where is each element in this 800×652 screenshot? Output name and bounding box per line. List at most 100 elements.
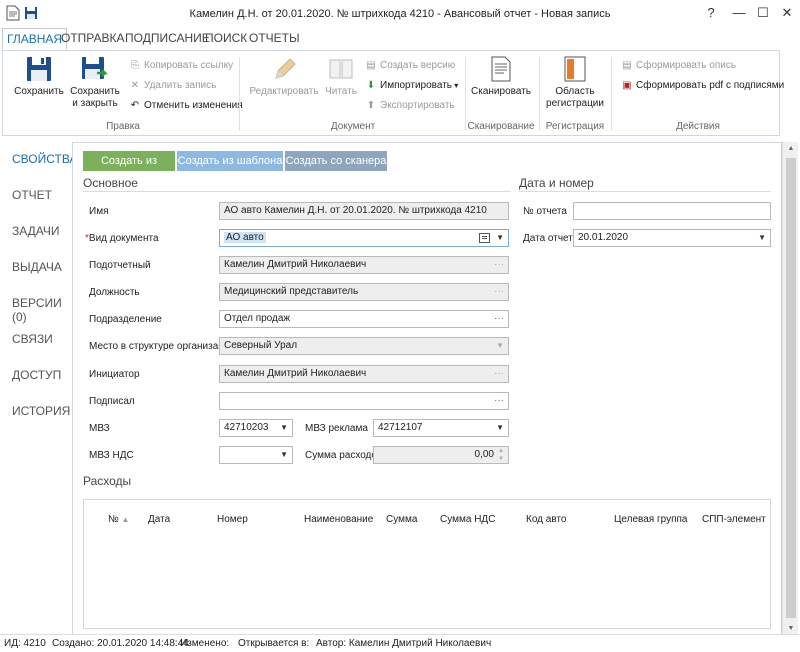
edit-button[interactable]: Редактировать [249, 55, 319, 98]
nav-properties[interactable]: СВОЙСТВА [12, 152, 77, 166]
import-button[interactable]: ⬇ Импортировать ▾ [365, 77, 458, 95]
delete-record-button[interactable]: ✕ Удалить запись [129, 77, 217, 95]
chevron-down-icon[interactable]: ▼ [496, 420, 504, 436]
tab-reports[interactable]: ОТЧЕТЫ [249, 28, 300, 50]
chevron-down-icon[interactable]: ▼ [496, 230, 504, 246]
nav-history[interactable]: ИСТОРИЯ [12, 404, 70, 418]
create-version-button[interactable]: ▤ Создать версию [365, 57, 455, 75]
column-wbs-element[interactable]: СПП-элемент [702, 514, 766, 525]
divider [83, 191, 511, 192]
make-pdf-button[interactable]: ▣ Сформировать pdf с подписями [621, 77, 784, 95]
copy-link-button[interactable]: ⎘ Копировать ссылку [129, 57, 233, 75]
undo-changes-button[interactable]: ↶ Отменить изменения [129, 97, 243, 115]
create-from-template-button[interactable]: Создать из шаблона [177, 151, 283, 171]
nav-links[interactable]: СВЯЗИ [12, 332, 53, 346]
expenses-table[interactable]: № ▲ Дата Номер Наименование Сумма Сумма … [83, 499, 771, 629]
help-button[interactable]: ? [700, 4, 722, 22]
chevron-down-icon[interactable]: ▼ [758, 230, 766, 246]
ellipsis-icon[interactable]: ··· [494, 284, 504, 300]
status-created: Создано: 20.01.2020 14:48:44 [52, 638, 189, 649]
position-field[interactable]: Медицинский представитель ··· [219, 283, 509, 301]
report-date-value: 20.01.2020 [578, 232, 629, 243]
nav-issue[interactable]: ВЫДАЧА [12, 260, 62, 274]
column-number[interactable]: № ▲ [108, 514, 129, 525]
report-date-label: Дата отчета [523, 233, 579, 244]
name-field[interactable]: АО авто Камелин Д.Н. от 20.01.2020. № шт… [219, 202, 509, 220]
undo-icon: ↶ [130, 100, 140, 111]
report-no-input[interactable] [573, 202, 771, 220]
doctype-label-text: Вид документа [88, 233, 159, 244]
position-label: Должность [89, 287, 140, 298]
initiator-field[interactable]: Камелин Дмитрий Николаевич ··· [219, 365, 509, 383]
delete-record-label: Удалить запись [144, 80, 217, 91]
main-section-title: Основное [83, 176, 138, 190]
chevron-down-icon[interactable]: ▼ [280, 420, 288, 436]
tab-signing[interactable]: ПОДПИСАНИЕ [125, 28, 210, 50]
reg-area-label-2: регистрации [546, 98, 604, 109]
properties-panel: Создать из файла Создать из шаблона Созд… [72, 142, 782, 636]
export-button[interactable]: ⬆ Экспортировать [365, 97, 455, 115]
column-car-code[interactable]: Код авто [526, 514, 566, 525]
column-doc-number[interactable]: Номер [217, 514, 248, 525]
spin-icon[interactable]: ▲ ▼ [498, 447, 504, 463]
nav-versions[interactable]: ВЕРСИИ (0) [12, 296, 72, 324]
read-button[interactable]: Читать [321, 55, 361, 98]
column-sum[interactable]: Сумма [386, 514, 417, 525]
save-close-label-2: и закрыть [72, 98, 118, 109]
title-bar: Камелин Д.Н. от 20.01.2020. № штрихкода … [0, 0, 800, 28]
scan-button[interactable]: Сканировать [469, 55, 533, 98]
tab-home[interactable]: ГЛАВНАЯ [2, 28, 68, 50]
ribbon-tabs: ГЛАВНАЯ ОТПРАВКА ПОДПИСАНИЕ ПОИСК ОТЧЕТЫ [0, 28, 800, 50]
import-label: Импортировать [380, 80, 453, 91]
column-name[interactable]: Наименование [304, 514, 373, 525]
vertical-scrollbar[interactable]: ▲ ▼ [782, 142, 798, 636]
chevron-down-icon[interactable]: ▼ [496, 338, 504, 354]
status-bar: ИД: 4210 Создано: 20.01.2020 14:48:44 Из… [0, 634, 800, 652]
column-date[interactable]: Дата [148, 514, 170, 525]
scroll-up-icon[interactable]: ▲ [783, 142, 799, 156]
mvz-vat-select[interactable]: ▼ [219, 446, 293, 464]
registration-area-button[interactable]: Область регистрации [545, 55, 605, 110]
minimize-button[interactable]: — [728, 4, 750, 22]
nav-tasks[interactable]: ЗАДАЧИ [12, 224, 59, 238]
reference-book-icon[interactable] [479, 233, 490, 243]
save-close-icon [82, 57, 109, 79]
create-from-scanner-button[interactable]: Создать со сканера [285, 151, 387, 171]
save-button[interactable]: Сохранить [11, 55, 67, 98]
signed-field[interactable]: ··· [219, 392, 509, 410]
ribbon: Сохранить Сохранить и закрыть ⎘ Копироват… [2, 50, 784, 136]
reg-area-label-1: Область [555, 86, 595, 97]
expense-sum-field[interactable]: 0,00 ▲ ▼ [373, 446, 509, 464]
nav-report[interactable]: ОТЧЕТ [12, 188, 52, 202]
delete-icon: ✕ [130, 80, 140, 91]
expense-sum-label: Сумма расходов [305, 450, 383, 461]
ellipsis-icon[interactable]: ··· [494, 257, 504, 273]
ellipsis-icon[interactable]: ··· [494, 311, 504, 327]
close-button[interactable]: ✕ [776, 4, 798, 22]
tab-search[interactable]: ПОИСК [205, 28, 247, 50]
report-date-picker[interactable]: 20.01.2020 ▼ [573, 229, 771, 247]
tab-send[interactable]: ОТПРАВКА [61, 28, 125, 50]
maximize-button[interactable]: ☐ [752, 4, 774, 22]
save-and-close-button[interactable]: Сохранить и закрыть [69, 55, 121, 110]
doctype-select[interactable]: АО авто ▼ [219, 229, 509, 247]
read-label: Читать [325, 86, 357, 97]
create-from-file-button[interactable]: Создать из файла [83, 151, 175, 187]
nav-access[interactable]: ДОСТУП [12, 368, 61, 382]
divider [519, 191, 771, 192]
column-vat-sum[interactable]: Сумма НДС [440, 514, 495, 525]
make-inventory-button[interactable]: ▤ Сформировать опись [621, 57, 736, 75]
column-target-group[interactable]: Целевая группа [614, 514, 687, 525]
scroll-thumb[interactable] [786, 158, 796, 618]
mvz-select[interactable]: 42710203 ▼ [219, 419, 293, 437]
ellipsis-icon[interactable]: ··· [494, 393, 504, 409]
department-field[interactable]: Отдел продаж ··· [219, 310, 509, 328]
date-section-title: Дата и номер [519, 176, 594, 190]
org-place-select[interactable]: Северный Урал ▼ [219, 337, 509, 355]
chevron-down-icon[interactable]: ▼ [280, 447, 288, 463]
ellipsis-icon[interactable]: ··· [494, 366, 504, 382]
scan-label: Сканировать [471, 86, 531, 97]
accountable-field[interactable]: Камелин Дмитрий Николаевич ··· [219, 256, 509, 274]
mvz-ad-select[interactable]: 42712107 ▼ [373, 419, 509, 437]
export-icon: ⬆ [366, 100, 376, 111]
